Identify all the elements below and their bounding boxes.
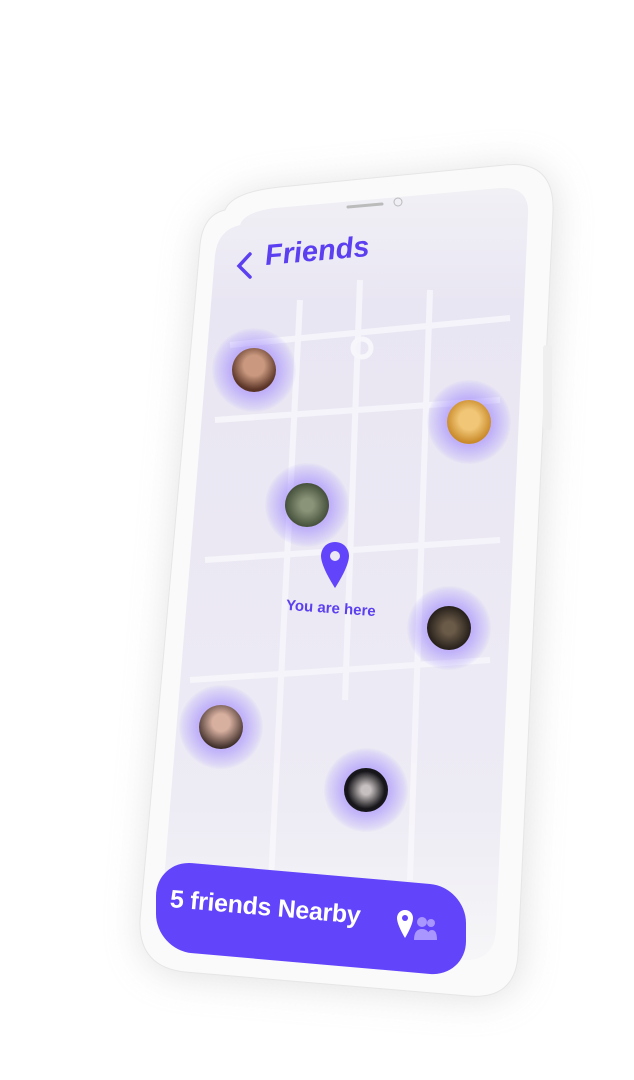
back-button[interactable] bbox=[232, 250, 258, 280]
location-pin-icon bbox=[321, 542, 349, 588]
avatar bbox=[232, 348, 276, 392]
location-friends-icon[interactable] bbox=[396, 908, 438, 944]
friend-marker[interactable] bbox=[324, 748, 408, 832]
friend-marker[interactable] bbox=[212, 328, 296, 412]
friend-marker[interactable] bbox=[179, 685, 263, 769]
friend-marker[interactable] bbox=[427, 380, 511, 464]
avatar bbox=[447, 400, 491, 444]
avatar bbox=[199, 705, 243, 749]
avatar bbox=[427, 606, 471, 650]
avatar bbox=[344, 768, 388, 812]
friend-marker[interactable] bbox=[265, 463, 349, 547]
friend-marker[interactable] bbox=[407, 586, 491, 670]
chevron-left-icon bbox=[236, 252, 252, 279]
avatar bbox=[285, 483, 329, 527]
